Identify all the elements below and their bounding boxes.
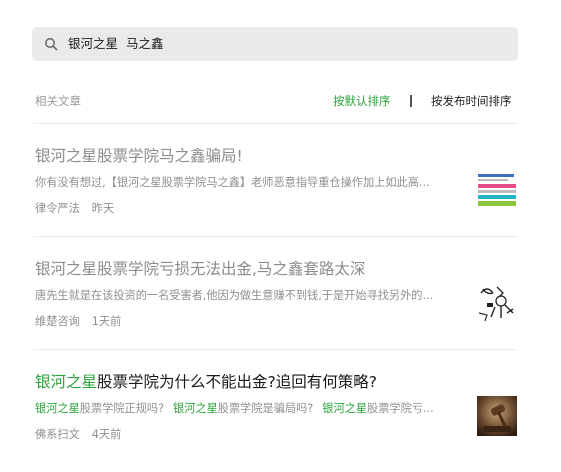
section-label: 相关文章: [35, 94, 81, 108]
search-input[interactable]: 银河之星 马之鑫: [68, 36, 163, 52]
article-title[interactable]: 银河之星股票学院为什么不能出金?追回有何策略?: [35, 372, 377, 392]
search-icon: [45, 38, 58, 51]
cartoon-sketch-image: [477, 283, 517, 323]
article-item[interactable]: 银河之星股票学院马之鑫骗局! 你有没有想过,【银河之星股票学院马之鑫】老师恶意指…: [33, 146, 517, 246]
title-highlight: 银河之星: [35, 373, 98, 391]
article-meta: 佛系扫文 4天前: [35, 426, 121, 442]
article-thumbnail[interactable]: [477, 396, 517, 436]
article-meta: 维楚咨询 1天前: [35, 313, 121, 329]
gavel-photo-image: [477, 396, 517, 436]
article-thumbnail[interactable]: [477, 170, 517, 210]
summary-text: 股票学院亏...: [367, 402, 434, 415]
summary-highlight: 银河之星: [35, 402, 80, 415]
article-thumbnail[interactable]: [477, 283, 517, 323]
article-time: 1天前: [91, 315, 122, 328]
article-source[interactable]: 维楚咨询: [35, 315, 80, 328]
article-time: 昨天: [91, 202, 115, 215]
summary-text: 股票学院正规吗?: [79, 402, 165, 415]
title-text: 股票学院为什么不能出金?追回有何策略?: [97, 373, 377, 391]
banner-lines-image: [477, 170, 517, 210]
article-summary: 银河之星股票学院正规吗? 银河之星股票学院是骗局吗? 银河之星股票学院亏...: [35, 401, 467, 417]
sort-divider: [410, 95, 412, 107]
summary-highlight: 银河之星: [322, 402, 368, 415]
article-meta: 律令严法 昨天: [35, 200, 114, 216]
article-summary: 唐先生就是在该投资的一名受害者,他因为做生意赚不到钱,于是开始寻找另外的...: [35, 289, 434, 302]
article-title[interactable]: 银河之星股票学院亏损无法出金,马之鑫套路太深: [35, 259, 365, 279]
sort-bar: 相关文章 按默认排序 按发布时间排序: [33, 92, 517, 110]
sort-default-tab[interactable]: 按默认排序: [333, 93, 391, 109]
article-time: 4天前: [91, 428, 122, 441]
article-item[interactable]: 银河之星股票学院为什么不能出金?追回有何策略? 银河之星股票学院正规吗? 银河之星…: [33, 372, 517, 472]
article-title[interactable]: 银河之星股票学院马之鑫骗局!: [35, 146, 243, 166]
divider: [33, 349, 517, 350]
search-bar[interactable]: 银河之星 马之鑫: [32, 27, 518, 61]
article-source[interactable]: 律令严法: [35, 202, 80, 215]
article-item[interactable]: 银河之星股票学院亏损无法出金,马之鑫套路太深 唐先生就是在该投资的一名受害者,他…: [33, 259, 517, 359]
summary-highlight: 银河之星: [173, 402, 218, 415]
divider: [33, 123, 517, 124]
article-source[interactable]: 佛系扫文: [35, 428, 80, 441]
summary-text: 股票学院是骗局吗?: [217, 402, 314, 415]
article-summary: 你有没有想过,【银河之星股票学院马之鑫】老师恶意指导重仓操作加上如此高...: [35, 176, 430, 189]
divider: [33, 236, 517, 237]
sort-time-tab[interactable]: 按发布时间排序: [431, 93, 512, 109]
